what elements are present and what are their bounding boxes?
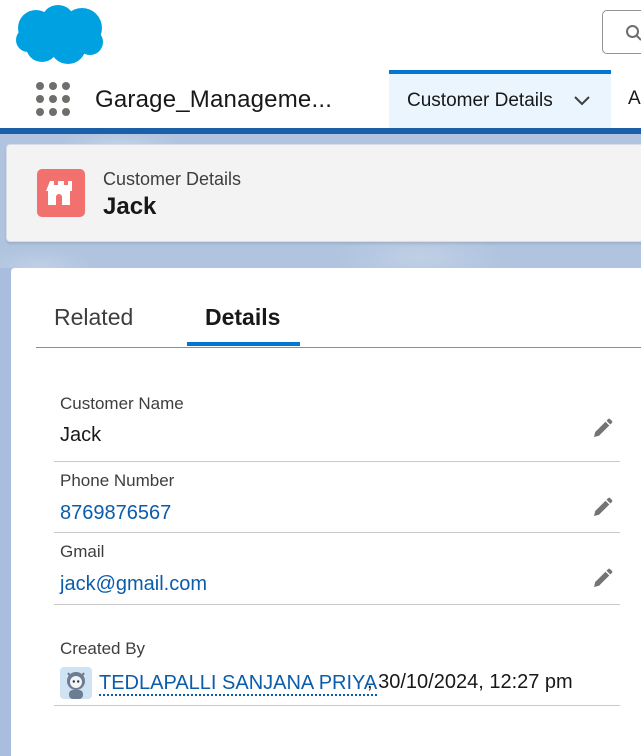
object-type-label: Customer Details xyxy=(103,169,242,189)
field-label: Customer Name xyxy=(60,394,184,413)
record-page: Garage_Manageme... Customer Details A Cu… xyxy=(0,0,641,756)
page-background-edge xyxy=(0,268,11,756)
field-gmail: Gmail jack@gmail.com xyxy=(54,532,620,605)
record-detail-card: Related Details Customer Name Jack Phone… xyxy=(11,268,641,756)
nav-tab-label: Customer Details xyxy=(407,90,553,111)
global-search-box[interactable] xyxy=(602,10,641,54)
email-link[interactable]: jack@gmail.com xyxy=(60,573,207,596)
record-title: Jack xyxy=(103,193,157,220)
pencil-icon[interactable] xyxy=(591,418,613,440)
record-tabs: Related Details xyxy=(36,268,641,348)
field-value: Jack xyxy=(60,424,102,446)
field-customer-name: Customer Name Jack xyxy=(54,384,620,462)
pencil-icon[interactable] xyxy=(591,568,613,590)
app-launcher-icon[interactable] xyxy=(36,82,70,116)
app-navigation-bar: Garage_Manageme... Customer Details A xyxy=(0,70,641,128)
created-date: , 30/10/2024, 12:27 pm xyxy=(367,671,573,693)
field-created-by: Created By TEDLAPALLI SANJANA PRIYA , 30… xyxy=(54,604,620,706)
pencil-icon[interactable] xyxy=(591,497,613,519)
nav-tab-customer-details[interactable]: Customer Details xyxy=(389,70,611,128)
active-tab-indicator xyxy=(187,342,300,346)
field-label: Gmail xyxy=(60,542,105,561)
castle-icon-glyph xyxy=(46,181,72,205)
phone-link[interactable]: 8769876567 xyxy=(60,502,171,525)
astro-avatar-icon xyxy=(67,672,85,699)
record-highlights-panel: Customer Details Jack xyxy=(6,144,641,242)
field-phone-number: Phone Number 8769876567 xyxy=(54,461,620,533)
nav-tab-next[interactable]: A xyxy=(628,88,641,110)
header-shadow-strip xyxy=(0,128,641,134)
field-label: Created By xyxy=(60,639,146,658)
avatar[interactable] xyxy=(60,667,92,699)
castle-icon xyxy=(37,169,85,217)
chevron-down-icon[interactable] xyxy=(573,94,591,108)
created-by-user-link[interactable]: TEDLAPALLI SANJANA PRIYA xyxy=(99,672,378,696)
tab-related[interactable]: Related xyxy=(54,304,133,331)
salesforce-cloud-logo[interactable] xyxy=(14,4,106,66)
tab-details[interactable]: Details xyxy=(205,304,280,331)
global-header xyxy=(0,0,641,70)
search-icon xyxy=(626,25,641,41)
field-label: Phone Number xyxy=(60,471,175,490)
app-name: Garage_Manageme... xyxy=(95,86,333,113)
